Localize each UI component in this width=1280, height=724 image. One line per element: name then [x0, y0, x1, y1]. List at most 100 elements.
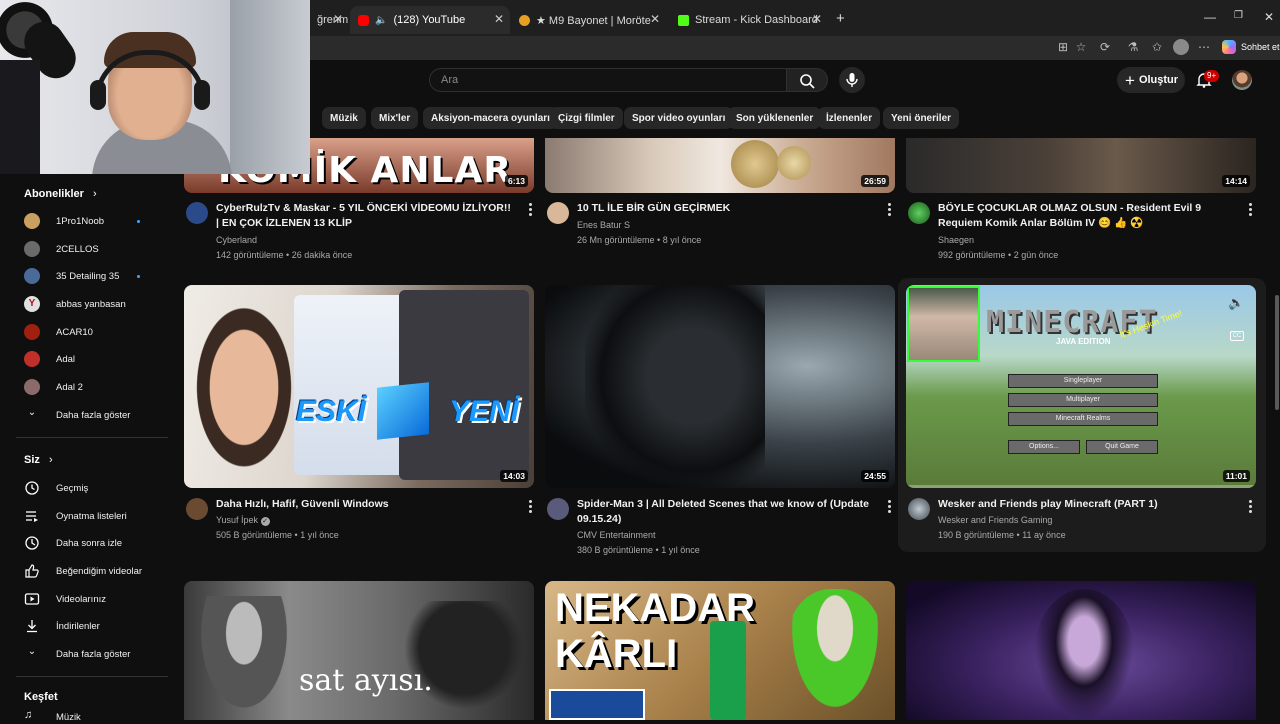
- close-icon[interactable]: ✕: [494, 12, 504, 26]
- video-thumbnail[interactable]: 24:55: [545, 285, 895, 488]
- close-icon[interactable]: ✕: [650, 12, 660, 26]
- search-button[interactable]: [786, 68, 828, 92]
- video-title[interactable]: 10 TL İLE BİR GÜN GEÇİRMEK: [577, 201, 877, 216]
- page-scrollbar[interactable]: [1274, 100, 1280, 720]
- close-icon[interactable]: ✕: [812, 12, 822, 26]
- video-thumbnail[interactable]: 26:59: [545, 138, 895, 193]
- sidebar-channel[interactable]: ACAR10: [24, 322, 93, 342]
- video-thumbnail[interactable]: 14:14: [906, 138, 1256, 193]
- more-options-icon[interactable]: [1249, 500, 1253, 514]
- sidebar-channel[interactable]: Adal: [24, 349, 75, 369]
- sidebar-item-music[interactable]: ♫ Müzik: [24, 710, 81, 724]
- sidebar-item-downloads[interactable]: İndirilenler: [24, 616, 100, 636]
- video-channel[interactable]: Shaegen: [938, 235, 974, 245]
- channel-avatar[interactable]: [186, 498, 208, 520]
- video-channel[interactable]: Wesker and Friends Gaming: [938, 515, 1052, 525]
- notification-count-badge: 9+: [1204, 70, 1220, 82]
- close-icon[interactable]: ✕: [333, 12, 343, 26]
- video-thumbnail[interactable]: NEKADAR KÂRLI: [545, 581, 895, 720]
- sidebar-channel[interactable]: 2CELLOS: [24, 239, 99, 259]
- show-more-subscriptions[interactable]: ⌄ Daha fazla göster: [24, 405, 131, 425]
- favorite-star-icon[interactable]: ☆: [1074, 40, 1088, 54]
- chip-action-adventure[interactable]: Aksiyon-macera oyunları: [423, 107, 558, 129]
- sidebar-channel[interactable]: Yabbas yanbasan: [24, 294, 126, 314]
- video-title[interactable]: BÖYLE ÇOCUKLAR OLMAZ OLSUN - Resident Ev…: [938, 201, 1238, 231]
- person-figure: [1034, 589, 1134, 720]
- sidebar-channel[interactable]: Adal 2: [24, 377, 83, 397]
- subscriptions-heading[interactable]: Abonelikler ›: [24, 188, 97, 200]
- show-more-you[interactable]: ⌄ Daha fazla göster: [24, 644, 131, 664]
- video-player-preview[interactable]: MINECRAFT JAVA EDITION It's Heskin Time!…: [906, 285, 1256, 488]
- captions-icon[interactable]: CC: [1230, 331, 1244, 341]
- profile-icon[interactable]: [1173, 39, 1189, 55]
- chip-music[interactable]: Müzik: [322, 107, 366, 129]
- more-options-icon[interactable]: [529, 500, 533, 514]
- browser-tab[interactable]: ğrenm ✕: [309, 6, 349, 34]
- more-options-icon[interactable]: [529, 203, 533, 217]
- channel-avatar[interactable]: [547, 498, 569, 520]
- video-duration: 14:14: [1222, 175, 1250, 187]
- speaker-icon[interactable]: 🔈: [375, 15, 387, 26]
- csgo-favicon-icon: [519, 14, 530, 26]
- sidebar-channel[interactable]: 35 Detailing 35: [24, 266, 119, 286]
- extensions-icon[interactable]: ⚗: [1126, 40, 1140, 54]
- video-title[interactable]: Spider-Man 3 | All Deleted Scenes that w…: [577, 497, 877, 527]
- channel-avatar[interactable]: [908, 202, 930, 224]
- you-heading[interactable]: Siz ›: [24, 454, 53, 466]
- window-close-icon[interactable]: ✕: [1264, 10, 1274, 24]
- browser-tab[interactable]: ★ M9 Bayonet | Morötesi (Görevde ✕: [511, 6, 666, 34]
- more-menu-icon[interactable]: ⋯: [1197, 40, 1211, 54]
- video-channel[interactable]: Yusuf İpek ✓: [216, 515, 270, 526]
- create-label: Oluştur: [1138, 74, 1179, 86]
- thumbnail-text-old: ESKİ: [296, 395, 367, 428]
- create-button[interactable]: + Oluştur: [1117, 67, 1185, 93]
- sidebar-item-playlists[interactable]: Oynatma listeleri: [24, 506, 127, 526]
- apps-icon[interactable]: ⊞: [1056, 40, 1070, 54]
- channel-name: abbas yanbasan: [56, 298, 126, 310]
- favorites-icon[interactable]: ✩: [1150, 40, 1164, 54]
- restore-icon[interactable]: ❐: [1234, 10, 1243, 21]
- windows-logo-icon: [377, 382, 429, 440]
- refresh-extension-icon[interactable]: ⟳: [1098, 40, 1112, 54]
- preview-progress-bar[interactable]: [906, 485, 1256, 488]
- search-input[interactable]: Ara: [429, 68, 786, 92]
- sidebar-item-liked-videos[interactable]: Beğendiğim videolar: [24, 561, 142, 581]
- video-channel[interactable]: Enes Batur S: [577, 220, 630, 230]
- chip-watched[interactable]: İzlenenler: [818, 107, 881, 129]
- voice-search-button[interactable]: [839, 67, 865, 93]
- video-thumbnail[interactable]: [906, 581, 1256, 720]
- sidebar-channel[interactable]: 1Pro1Noob: [24, 211, 104, 231]
- more-options-icon[interactable]: [888, 500, 892, 514]
- chip-sports-games[interactable]: Spor video oyunları: [624, 107, 734, 129]
- scrollbar-thumb[interactable]: [1275, 295, 1279, 410]
- channel-avatar[interactable]: [547, 202, 569, 224]
- sidebar-item-watch-later[interactable]: Daha sonra izle: [24, 533, 122, 553]
- sidebar: Abonelikler › 1Pro1Noob 2CELLOS 35 Detai…: [8, 174, 168, 723]
- video-thumbnail[interactable]: sat ayısı.: [184, 581, 534, 720]
- minimize-icon[interactable]: —: [1204, 10, 1216, 24]
- video-title[interactable]: Daha Hızlı, Hafif, Güvenli Windows: [216, 497, 516, 512]
- mute-icon[interactable]: 🔈: [1228, 295, 1244, 311]
- new-tab-icon[interactable]: +: [836, 10, 845, 27]
- chip-new-to-you[interactable]: Yeni öneriler: [883, 107, 960, 129]
- chip-cartoons[interactable]: Çizgi filmler: [550, 107, 623, 129]
- video-channel[interactable]: Cyberland: [216, 235, 257, 245]
- more-options-icon[interactable]: [1249, 203, 1253, 217]
- chip-mixes[interactable]: Mix'ler: [371, 107, 419, 129]
- chip-recently-uploaded[interactable]: Son yüklenenler: [728, 107, 822, 129]
- account-avatar[interactable]: [1232, 70, 1252, 90]
- coin-graphic: [731, 140, 779, 188]
- video-thumbnail[interactable]: ESKİ YENİ 14:03: [184, 285, 534, 488]
- browser-tab[interactable]: Stream - Kick Dashboard ✕: [670, 6, 828, 34]
- video-channel[interactable]: CMV Entertainment: [577, 530, 656, 540]
- browser-tab-active[interactable]: 🔈 (128) YouTube ✕: [350, 6, 510, 34]
- channel-avatar[interactable]: [186, 202, 208, 224]
- sidebar-item-your-videos[interactable]: Videolarınız: [24, 589, 106, 609]
- channel-avatar: [24, 213, 40, 229]
- channel-avatar[interactable]: [908, 498, 930, 520]
- sidebar-item-history[interactable]: Geçmiş: [24, 478, 88, 498]
- more-options-icon[interactable]: [888, 203, 892, 217]
- video-title[interactable]: Wesker and Friends play Minecraft (PART …: [938, 497, 1238, 512]
- video-title[interactable]: CyberRulzTv & Maskar - 5 YIL ÖNCEKİ VİDE…: [216, 201, 516, 231]
- copilot-button[interactable]: Sohbet et: [1222, 39, 1280, 55]
